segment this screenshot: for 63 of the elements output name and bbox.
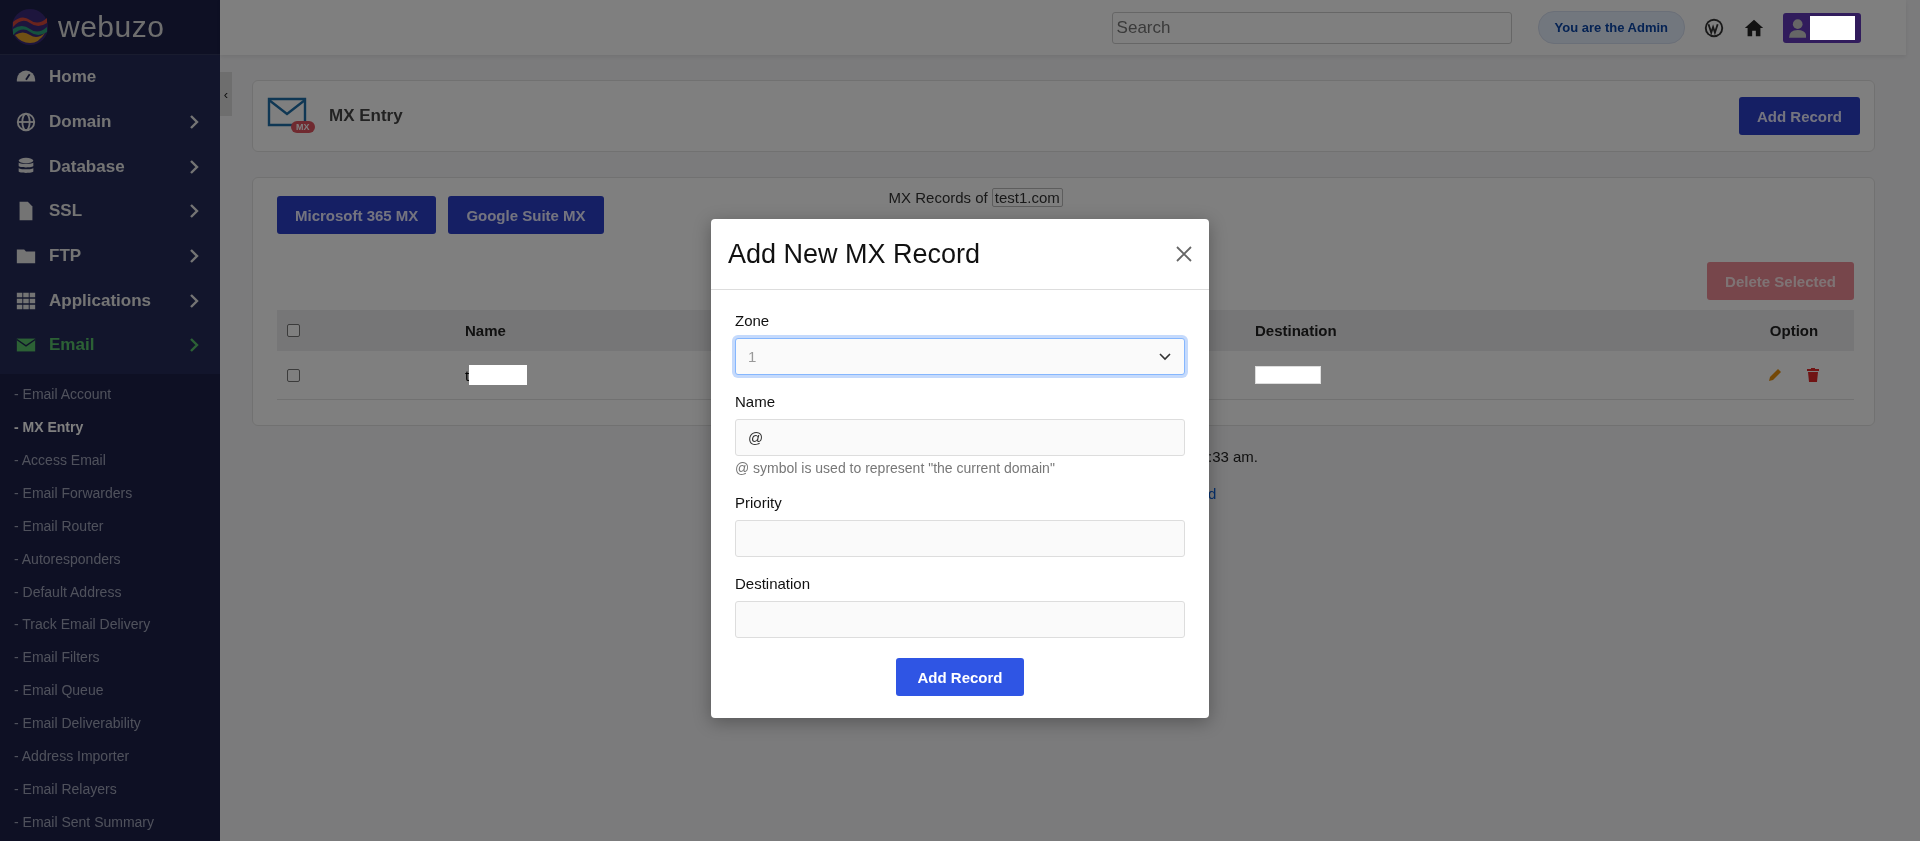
field-label: Zone [735, 312, 771, 329]
trash-icon[interactable] [1805, 367, 1821, 383]
submenu-item[interactable]: - Access Email [0, 443, 220, 477]
admin-badge[interactable]: You are the Admin [1537, 11, 1685, 44]
preset-button[interactable]: Microsoft 365 MX [277, 196, 437, 234]
chevron-down-icon [1158, 351, 1172, 362]
submenu-item[interactable]: - Address Importer [0, 739, 220, 773]
close-button[interactable] [1175, 245, 1193, 263]
input-field[interactable]: @ [735, 419, 1185, 456]
sidebar-item[interactable]: Email [0, 323, 220, 368]
wordpress-icon[interactable] [1703, 16, 1725, 39]
row-checkbox[interactable] [287, 368, 300, 382]
logo-text: webuzo [58, 10, 165, 44]
table-cell: t [465, 366, 470, 384]
globe-icon [15, 111, 37, 134]
submenu-item[interactable]: - Track Email Delivery [0, 608, 220, 641]
submenu-item[interactable]: - Email Router [0, 509, 220, 543]
sidebar-item[interactable]: FTP [0, 233, 220, 279]
submenu-item[interactable]: - Email Deliverability [0, 706, 220, 740]
add-record-button[interactable]: Add Record [1739, 97, 1860, 135]
zone-select[interactable]: 1 [735, 338, 1185, 375]
field-label: Priority [735, 494, 783, 511]
sidebar-item[interactable]: Database [0, 144, 220, 190]
submenu-item[interactable]: - MX Entry [0, 410, 220, 444]
pencil-icon[interactable] [1767, 367, 1783, 383]
add-record-button[interactable]: Add Record [896, 658, 1024, 696]
zone-select[interactable]: test1.com [991, 188, 1063, 207]
collapse-handle[interactable]: ‹ [220, 72, 232, 116]
column-header: Option [1769, 322, 1819, 339]
submenu-item[interactable]: - Email Account [0, 377, 220, 411]
redaction-block [1810, 15, 1855, 40]
dialog-title: Add New MX Record [728, 238, 981, 270]
sidebar-item[interactable]: SSL [0, 189, 220, 234]
field-label: Name [735, 393, 776, 410]
input-field[interactable] [735, 601, 1185, 638]
link[interactable]: d [1208, 485, 1875, 502]
logo-icon [10, 7, 50, 47]
page-title: MX Entry [329, 106, 404, 126]
user-icon [1789, 17, 1807, 38]
mx-label: MX [291, 121, 315, 133]
help-text: @ symbol is used to represent "the current domain" [735, 460, 1056, 476]
column-header: Name [465, 322, 506, 339]
submenu-item[interactable]: - Default Address [0, 575, 220, 609]
column-header: Destination [1255, 322, 1337, 339]
status-text: :33 am. [1208, 448, 1260, 465]
search-field[interactable]: Search [1111, 11, 1512, 44]
submenu-item[interactable]: - Email Filters [0, 640, 220, 674]
sidebar-item[interactable]: Home [0, 55, 220, 100]
redaction-block [469, 365, 528, 385]
sidebar-item[interactable]: Domain [0, 99, 220, 145]
submenu-item[interactable]: - Email Sent Summary [0, 805, 220, 839]
select-all-checkbox[interactable] [287, 324, 300, 337]
submenu-item[interactable]: - Email Forwarders [0, 476, 220, 510]
submenu-item[interactable]: - Email Relayers [0, 772, 220, 806]
sidebar-item[interactable]: Applications [0, 278, 220, 324]
user-menu-button[interactable] [1783, 12, 1861, 43]
field-label: Destination [735, 575, 812, 592]
submenu-item[interactable]: - Autoresponders [0, 542, 220, 576]
submenu-item[interactable]: - Email Queue [0, 673, 220, 707]
redaction-block [1255, 366, 1321, 384]
preset-button[interactable]: Google Suite MX [448, 196, 604, 234]
zone-label: MX Records of [888, 189, 988, 206]
input-field[interactable] [735, 520, 1185, 557]
